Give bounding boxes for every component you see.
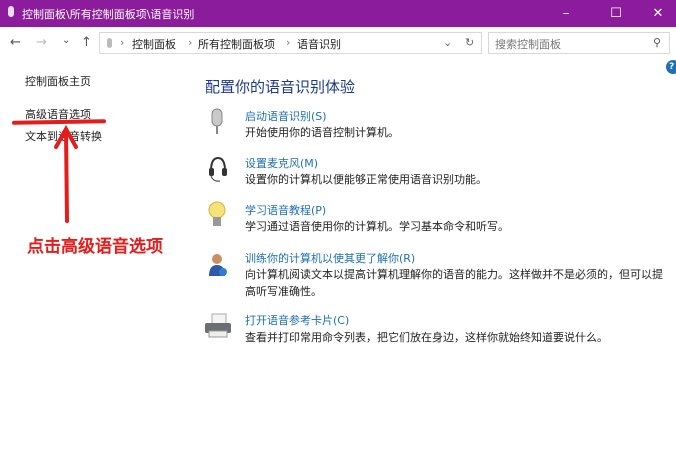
breadcrumb-control-panel[interactable]: 控制面板 [132,36,176,52]
printer-icon [205,313,231,338]
back-button[interactable]: ← [10,35,21,50]
breadcrumb-separator: › [120,36,125,49]
forward-button[interactable]: → [36,35,47,50]
annotation-underline [11,119,107,125]
title-bar: 控制面板\所有控制面板项\语音识别 – ☐ ✕ [0,0,676,27]
help-button[interactable]: ? [666,60,676,74]
breadcrumb-speech[interactable]: 语音识别 [297,36,341,52]
train-computer-link[interactable]: 训练你的计算机以使其更了解你(R) [245,250,415,266]
annotation-text: 点击高级语音选项 [27,237,163,257]
breadcrumb-separator: › [188,36,193,49]
sidebar-item-home[interactable]: 控制面板主页 [25,73,91,89]
speech-tutorial-link[interactable]: 学习语音教程(P) [245,202,326,218]
annotation-arrow-icon [54,125,78,223]
item-description: 设置你的计算机以便能够正常使用语音识别功能。 [245,173,487,186]
item-description: 开始使用你的语音控制计算机。 [245,126,399,139]
item-description: 向计算机阅读文本以提高计算机理解你的语音的能力。这样做并不是必须的，但可以提高听… [245,268,663,298]
search-input[interactable]: 搜索控制面板 ⚲ [488,32,670,54]
page-title: 配置你的语音识别体验 [205,78,356,96]
navigation-bar: ← → ⌄ ↑ › 控制面板 › 所有控制面板项 › 语音识别 ⌄ ↻ 搜索控制… [0,27,676,59]
minimize-button[interactable]: – [544,0,588,27]
microphone-icon [211,108,223,134]
breadcrumb-all-items[interactable]: 所有控制面板项 [198,36,275,52]
user-icon [209,254,227,276]
microphone-icon [8,6,14,17]
set-up-microphone-link[interactable]: 设置麦克风(M) [245,155,318,171]
headset-icon [209,156,227,182]
search-placeholder: 搜索控制面板 [495,38,561,51]
lightbulb-icon [208,201,226,226]
refresh-button[interactable]: ↻ [465,36,474,49]
address-bar[interactable]: › 控制面板 › 所有控制面板项 › 语音识别 ⌄ ↻ [99,32,482,54]
search-icon[interactable]: ⚲ [653,36,661,49]
maximize-button[interactable]: ☐ [594,0,638,27]
microphone-icon [107,38,112,48]
window-title: 控制面板\所有控制面板项\语音识别 [22,8,195,21]
item-description: 学习通过语音使用你的计算机。学习基本命令和听写。 [245,220,509,233]
close-button[interactable]: ✕ [636,0,676,27]
start-speech-recognition-link[interactable]: 启动语音识别(S) [245,108,327,124]
up-button[interactable]: ↑ [81,35,92,50]
breadcrumb-separator: › [286,36,291,49]
recent-locations-button[interactable]: ⌄ [62,35,70,46]
speech-reference-card-link[interactable]: 打开语音参考卡片(C) [245,312,349,328]
address-dropdown-button[interactable]: ⌄ [443,36,452,49]
item-description: 查看并打印常用命令列表，把它们放在身边，这样你就始终知道要说什么。 [245,331,608,344]
